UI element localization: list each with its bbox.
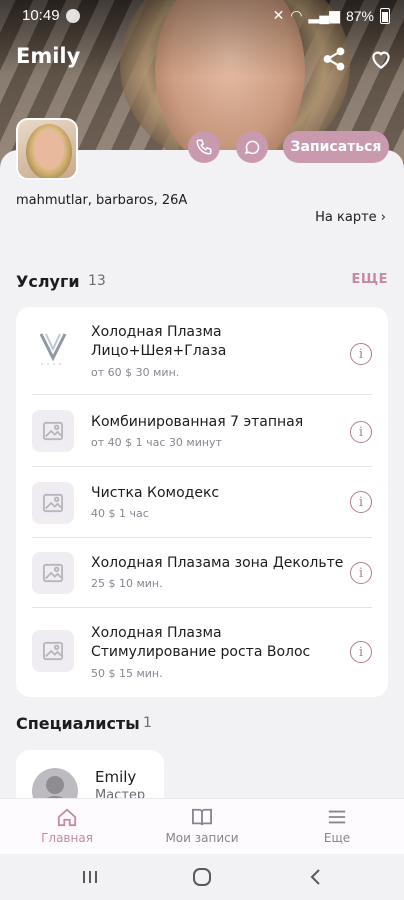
service-logo xyxy=(32,327,74,369)
nav-bookings-label: Мои записи xyxy=(165,831,239,845)
specialists-count: 1 xyxy=(143,715,152,731)
service-item[interactable]: Холодная Плазма Стимулирование роста Вол… xyxy=(32,607,372,691)
share-icon[interactable] xyxy=(321,46,347,72)
service-meta: 25 $ 10 мин. xyxy=(91,577,163,590)
service-name: Холодная Плазма Стимулирование роста Вол… xyxy=(91,625,311,660)
favorite-heart-icon[interactable] xyxy=(368,46,394,72)
chat-bubble-icon xyxy=(244,140,260,155)
notification-icon xyxy=(66,9,80,23)
back-icon[interactable] xyxy=(304,866,326,888)
service-meta: от 40 $ 1 час 30 минут xyxy=(91,436,222,449)
info-icon[interactable]: i xyxy=(350,491,372,513)
image-placeholder-icon xyxy=(32,630,74,672)
service-name: Холодная Плазама зона Декольте xyxy=(91,555,344,571)
battery-icon xyxy=(380,7,390,24)
services-count: 13 xyxy=(88,273,106,289)
recent-apps-icon[interactable] xyxy=(79,866,101,888)
service-meta: от 60 $ 30 мин. xyxy=(91,366,180,379)
service-item[interactable]: Комбинированная 7 этапная от 40 $ 1 час … xyxy=(32,394,372,464)
info-icon[interactable]: i xyxy=(350,421,372,443)
salon-avatar xyxy=(16,118,78,180)
status-bar: 10:49 ✕ ◠ ▂▄▆ 87% xyxy=(0,0,404,32)
nav-more-label: Еще xyxy=(323,831,351,845)
image-placeholder-icon xyxy=(32,482,74,524)
screen: 10:49 ✕ ◠ ▂▄▆ 87% Emily Записаться mahmu… xyxy=(0,0,404,900)
info-icon[interactable]: i xyxy=(350,641,372,663)
v-logo-icon xyxy=(39,333,67,365)
home-button-icon[interactable] xyxy=(191,866,213,888)
menu-icon xyxy=(328,810,346,824)
page-title: Emily xyxy=(16,44,81,68)
book-icon xyxy=(192,808,212,826)
service-item[interactable]: Чистка Комодекс 40 $ 1 час i xyxy=(32,466,372,536)
signal-icon: ▂▄▆ xyxy=(308,7,340,23)
wifi-icon: ◠ xyxy=(290,7,303,23)
service-name: Холодная Плазма Лицо+Шея+Глаза xyxy=(91,324,227,359)
service-meta: 40 $ 1 час xyxy=(91,507,149,520)
specialist-name: Emily xyxy=(95,768,137,786)
info-icon[interactable]: i xyxy=(350,343,372,365)
home-icon xyxy=(57,808,77,827)
call-button[interactable] xyxy=(188,131,220,163)
info-icon[interactable]: i xyxy=(350,562,372,584)
map-link[interactable]: На карте › xyxy=(315,210,386,225)
service-name: Комбинированная 7 этапная xyxy=(91,414,304,430)
nav-bookings[interactable]: Мои записи xyxy=(147,807,257,845)
service-item[interactable]: Холодная Плазма Лицо+Шея+Глаза от 60 $ 3… xyxy=(32,319,372,389)
image-placeholder-icon xyxy=(32,552,74,594)
services-card: Холодная Плазма Лицо+Шея+Глаза от 60 $ 3… xyxy=(16,307,388,697)
phone-icon xyxy=(196,139,212,155)
image-placeholder-icon xyxy=(32,410,74,452)
status-time: 10:49 xyxy=(22,7,60,24)
system-nav-bar xyxy=(0,854,404,900)
address-text: mahmutlar, barbaros, 26A xyxy=(16,193,188,208)
nav-home-label: Главная xyxy=(41,831,93,845)
service-name: Чистка Комодекс xyxy=(91,485,220,501)
nav-home[interactable]: Главная xyxy=(12,807,122,845)
chat-button[interactable] xyxy=(236,131,268,163)
services-title: Услуги xyxy=(16,272,80,291)
service-meta: 50 $ 15 мин. xyxy=(91,667,163,680)
services-more-link[interactable]: ЕЩЕ xyxy=(352,272,389,287)
battery-level: 87% xyxy=(345,7,374,24)
mute-icon: ✕ xyxy=(272,7,285,23)
nav-more[interactable]: Еще xyxy=(282,807,392,845)
specialists-title: Специалисты xyxy=(16,714,140,733)
service-item[interactable]: Холодная Плазама зона Декольте 25 $ 10 м… xyxy=(32,537,372,607)
book-button[interactable]: Записаться xyxy=(283,131,389,163)
bottom-nav: Главная Мои записи Еще xyxy=(0,798,404,854)
